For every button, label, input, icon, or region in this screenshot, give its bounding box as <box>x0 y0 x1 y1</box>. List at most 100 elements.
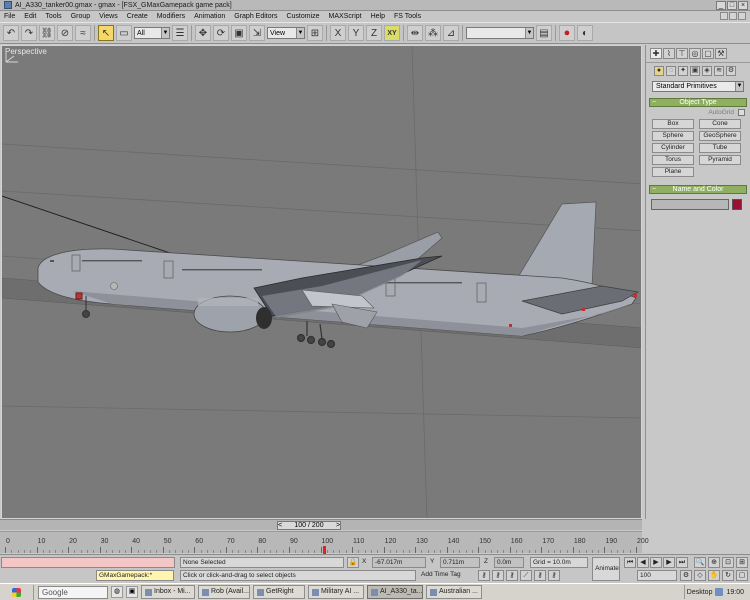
menu-file[interactable]: File <box>4 13 15 20</box>
menu-customize[interactable]: Customize <box>286 13 319 20</box>
add-time-tag-button[interactable]: Add Time Tag <box>421 570 461 579</box>
select-by-name-icon[interactable]: ☰ <box>172 25 188 41</box>
box-button[interactable]: Box <box>652 119 694 129</box>
geometry-icon[interactable]: ● <box>654 66 664 76</box>
maxscript-listener-field[interactable] <box>1 557 175 568</box>
go-to-start-icon[interactable]: ⏮ <box>624 557 636 568</box>
time-slider[interactable]: < 100 / 200 > <box>0 519 642 530</box>
helpers-icon[interactable]: ◈ <box>702 66 712 76</box>
time-slider-next[interactable]: > <box>335 522 341 529</box>
y-coord-field[interactable]: 0.711m <box>440 557 480 568</box>
menu-animation[interactable]: Animation <box>194 13 225 20</box>
menu-help[interactable]: Help <box>371 13 385 20</box>
maximize-button[interactable]: □ <box>727 1 737 10</box>
animate-button[interactable]: Animate <box>592 557 620 581</box>
modify-tab-icon[interactable]: ⌇ <box>663 48 675 59</box>
select-object-icon[interactable]: ↖ <box>98 25 114 41</box>
menu-edit[interactable]: Edit <box>24 13 36 20</box>
start-button[interactable] <box>0 584 34 600</box>
hierarchy-tab-icon[interactable]: ⊤ <box>676 48 688 59</box>
tube-button[interactable]: Tube <box>699 143 741 153</box>
bind-to-space-warp-icon[interactable]: ≈ <box>75 25 91 41</box>
autogrid-checkbox[interactable] <box>738 109 745 116</box>
cameras-icon[interactable]: ▣ <box>690 66 700 76</box>
x-coord-field[interactable]: -67.017m <box>372 557 426 568</box>
time-slider-prev[interactable]: < <box>277 522 283 529</box>
lock-selection-icon[interactable]: 🔒 <box>347 557 359 568</box>
zoom-icon[interactable]: 🔍 <box>694 557 706 568</box>
menu-create[interactable]: Create <box>127 13 148 20</box>
doc-close-button[interactable] <box>738 12 746 20</box>
menu-modifiers[interactable]: Modifiers <box>157 13 185 20</box>
clock[interactable]: 19:00 <box>726 589 744 596</box>
undo-icon[interactable]: ↶ <box>3 25 19 41</box>
field-of-view-icon[interactable]: ◇ <box>694 570 706 581</box>
time-config-icon[interactable]: ⚙ <box>680 570 692 581</box>
play-icon[interactable]: ▶ <box>650 557 662 568</box>
restrict-z-icon[interactable]: Z <box>366 25 382 41</box>
plane-button[interactable]: Plane <box>652 167 694 177</box>
utilities-tab-icon[interactable]: ⚒ <box>715 48 727 59</box>
object-name-field[interactable] <box>651 199 729 210</box>
select-region-icon[interactable]: ▭ <box>116 25 132 41</box>
arc-rotate-icon[interactable]: ↻ <box>722 570 734 581</box>
quick-launch-desktop-icon[interactable]: ▣ <box>126 586 138 598</box>
lights-icon[interactable]: ✦ <box>678 66 688 76</box>
select-and-link-icon[interactable]: ⛓ <box>39 25 55 41</box>
maxscript-mini-listener[interactable]: GMaxGamepack:* <box>96 570 174 581</box>
task-button-gmax[interactable]: AI_A330_ta... <box>367 585 423 599</box>
object-color-swatch[interactable] <box>732 199 742 210</box>
current-frame-field[interactable]: 100 <box>637 570 677 581</box>
array-icon[interactable]: ⁂ <box>425 25 441 41</box>
key-mode-icon[interactable]: ⚷ <box>506 570 518 581</box>
cone-button[interactable]: Cone <box>699 119 741 129</box>
set-key-icon[interactable]: ⚷ <box>534 570 546 581</box>
reference-coordinate-dropdown[interactable]: View ▼ <box>267 27 305 39</box>
sphere-button[interactable]: Sphere <box>652 131 694 141</box>
task-button-australian[interactable]: Australian ... <box>426 585 482 599</box>
task-button-getright[interactable]: GetRight <box>253 585 305 599</box>
cylinder-button[interactable]: Cylinder <box>652 143 694 153</box>
previous-frame-icon[interactable]: ◀ <box>637 557 649 568</box>
task-button-inbox[interactable]: Inbox - Mi... <box>141 585 195 599</box>
space-warps-icon[interactable]: ≋ <box>714 66 724 76</box>
render-icon[interactable]: ● <box>559 25 575 41</box>
geosphere-button[interactable]: GeoSphere <box>699 131 741 141</box>
quick-render-icon[interactable]: ◐ <box>577 25 593 41</box>
select-and-squash-icon[interactable]: ⇲ <box>249 25 265 41</box>
tray-network-icon[interactable] <box>715 588 724 596</box>
zoom-all-icon[interactable]: ⊕ <box>708 557 720 568</box>
select-and-rotate-icon[interactable]: ⟳ <box>213 25 229 41</box>
zoom-extents-icon[interactable]: ⊡ <box>722 557 734 568</box>
quick-launch-firefox-icon[interactable]: ◍ <box>111 586 123 598</box>
select-and-scale-icon[interactable]: ▣ <box>231 25 247 41</box>
task-button-rob[interactable]: Rob (Avail... <box>198 585 250 599</box>
torus-button[interactable]: Torus <box>652 155 694 165</box>
select-and-move-icon[interactable]: ✥ <box>195 25 211 41</box>
doc-restore-button[interactable] <box>729 12 737 20</box>
z-coord-field[interactable]: 0.0m <box>494 557 524 568</box>
restrict-y-icon[interactable]: Y <box>348 25 364 41</box>
google-search-box[interactable]: Google <box>38 585 108 599</box>
key-filter-icon[interactable]: ⚷ <box>492 570 504 581</box>
systems-icon[interactable]: ⚙ <box>726 66 736 76</box>
display-tab-icon[interactable]: ▢ <box>702 48 714 59</box>
tangent-icon[interactable]: ⟋ <box>520 570 532 581</box>
align-icon[interactable]: ⊿ <box>443 25 459 41</box>
menu-group[interactable]: Group <box>71 13 90 20</box>
pivot-center-icon[interactable]: ⊞ <box>307 25 323 41</box>
name-and-color-rollout-header[interactable]: − Name and Color <box>649 185 747 194</box>
primitive-category-dropdown[interactable]: Standard Primitives ▼ <box>652 81 744 92</box>
menu-tools[interactable]: Tools <box>45 13 61 20</box>
pan-icon[interactable]: ✋ <box>708 570 720 581</box>
menu-fs-tools[interactable]: FS Tools <box>394 13 421 20</box>
material-editor-icon[interactable]: ▤ <box>536 25 552 41</box>
go-to-end-icon[interactable]: ⏭ <box>676 557 688 568</box>
task-button-military-ai[interactable]: Military AI ... <box>308 585 364 599</box>
next-frame-icon[interactable]: ▶ <box>663 557 675 568</box>
restrict-xy-button[interactable]: XY <box>384 25 400 41</box>
zoom-extents-all-icon[interactable]: ⊞ <box>736 557 748 568</box>
close-button[interactable]: × <box>738 1 748 10</box>
mirror-icon[interactable]: ⇹ <box>407 25 423 41</box>
redo-icon[interactable]: ↷ <box>21 25 37 41</box>
